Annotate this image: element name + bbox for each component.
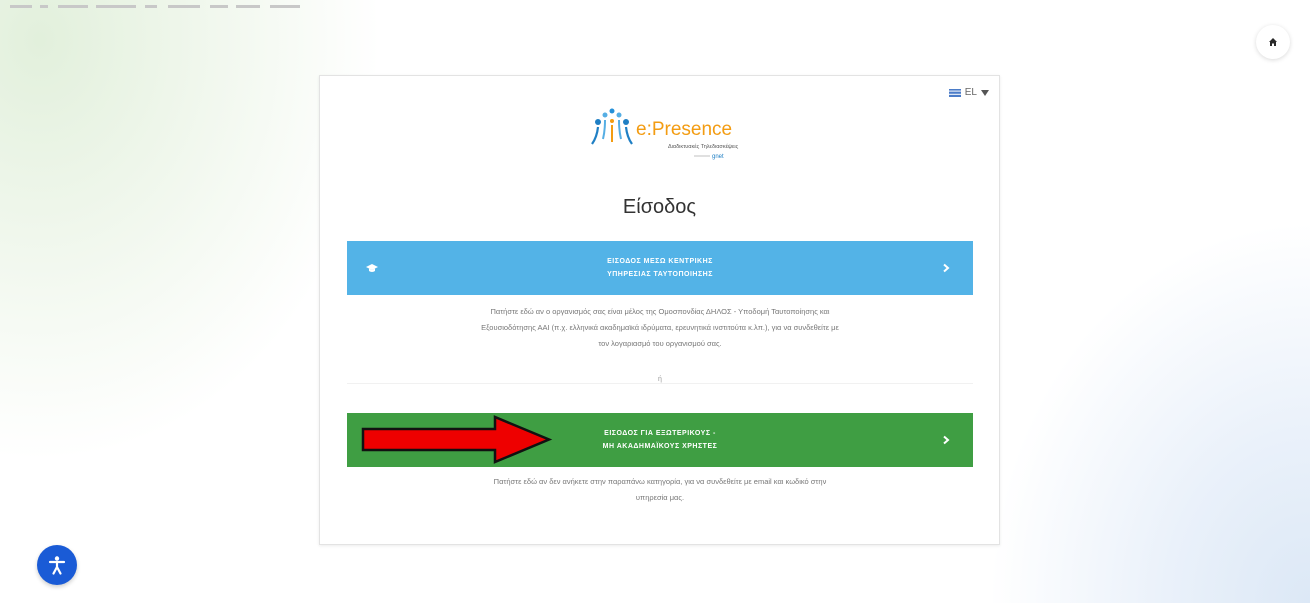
accessibility-button[interactable] xyxy=(37,545,77,585)
separator-line xyxy=(347,383,973,384)
home-icon xyxy=(1269,38,1277,46)
external-login-label-line1: ΕΙΣΟΔΟΣ ΓΙΑ ΕΞΩΤΕΡΙΚΟΥΣ - xyxy=(604,430,716,437)
language-selector[interactable]: EL xyxy=(948,87,989,98)
central-login-description: Πατήστε εδώ αν ο οργανισμός σας είναι μέ… xyxy=(335,304,985,352)
page-title: Είσοδος xyxy=(622,196,697,218)
flag-icon xyxy=(948,88,961,97)
language-label: EL xyxy=(964,87,977,98)
accessibility-icon xyxy=(48,556,66,575)
chevron-right-icon xyxy=(943,263,950,273)
cropped-top-text-strip xyxy=(0,0,310,10)
epresence-logo: e:Presence Διαδικτυακές Τηλεδιασκέψεις g… xyxy=(576,104,756,164)
separator-label: ή xyxy=(650,376,670,383)
graduation-cap-icon xyxy=(366,264,378,272)
central-login-label-line2: ΥΠΗΡΕΣΙΑΣ ΤΑΥΤΟΠΟΙΗΣΗΣ xyxy=(607,271,713,278)
home-button[interactable] xyxy=(1256,25,1290,59)
external-description-line2: υπηρεσία μας. xyxy=(635,493,685,502)
red-arrow-icon xyxy=(361,415,553,464)
central-login-label-line1: ΕΙΣΟΔΟΣ ΜΕΣΩ ΚΕΝΤΡΙΚΗΣ xyxy=(607,258,713,265)
external-description-line1: Πατήστε εδώ αν δεν ανήκετε στην παραπάνω… xyxy=(493,477,827,486)
logo-provider: gnet xyxy=(712,154,724,160)
caret-down-icon xyxy=(981,89,989,96)
external-login-label-line2: ΜΗ ΑΚΑΔΗΜΑΪΚΟΥΣ ΧΡΗΣΤΕΣ xyxy=(602,443,718,450)
people-icon xyxy=(591,108,633,145)
central-description-line1: Πατήστε εδώ αν ο οργανισμός σας είναι μέ… xyxy=(490,307,830,316)
logo-brand: e:Presence xyxy=(636,119,732,140)
central-login-button[interactable]: ΕΙΣΟΔΟΣ ΜΕΣΩ ΚΕΝΤΡΙΚΗΣ ΥΠΗΡΕΣΙΑΣ ΤΑΥΤΟΠΟ… xyxy=(347,241,973,295)
login-card: EL e:Presence Διαδικτυακές Τηλεδιασκέψει… xyxy=(319,75,1000,545)
chevron-right-icon xyxy=(943,435,950,445)
external-login-description: Πατήστε εδώ αν δεν ανήκετε στην παραπάνω… xyxy=(335,474,985,506)
logo-subtitle: Διαδικτυακές Τηλεδιασκέψεις xyxy=(668,143,739,150)
central-description-line2: Εξουσιοδότησης ΑΑΙ (π.χ. ελληνικά ακαδημ… xyxy=(481,323,839,332)
central-description-line3: τον λογαριασμό του οργανισμού σας. xyxy=(598,339,722,348)
